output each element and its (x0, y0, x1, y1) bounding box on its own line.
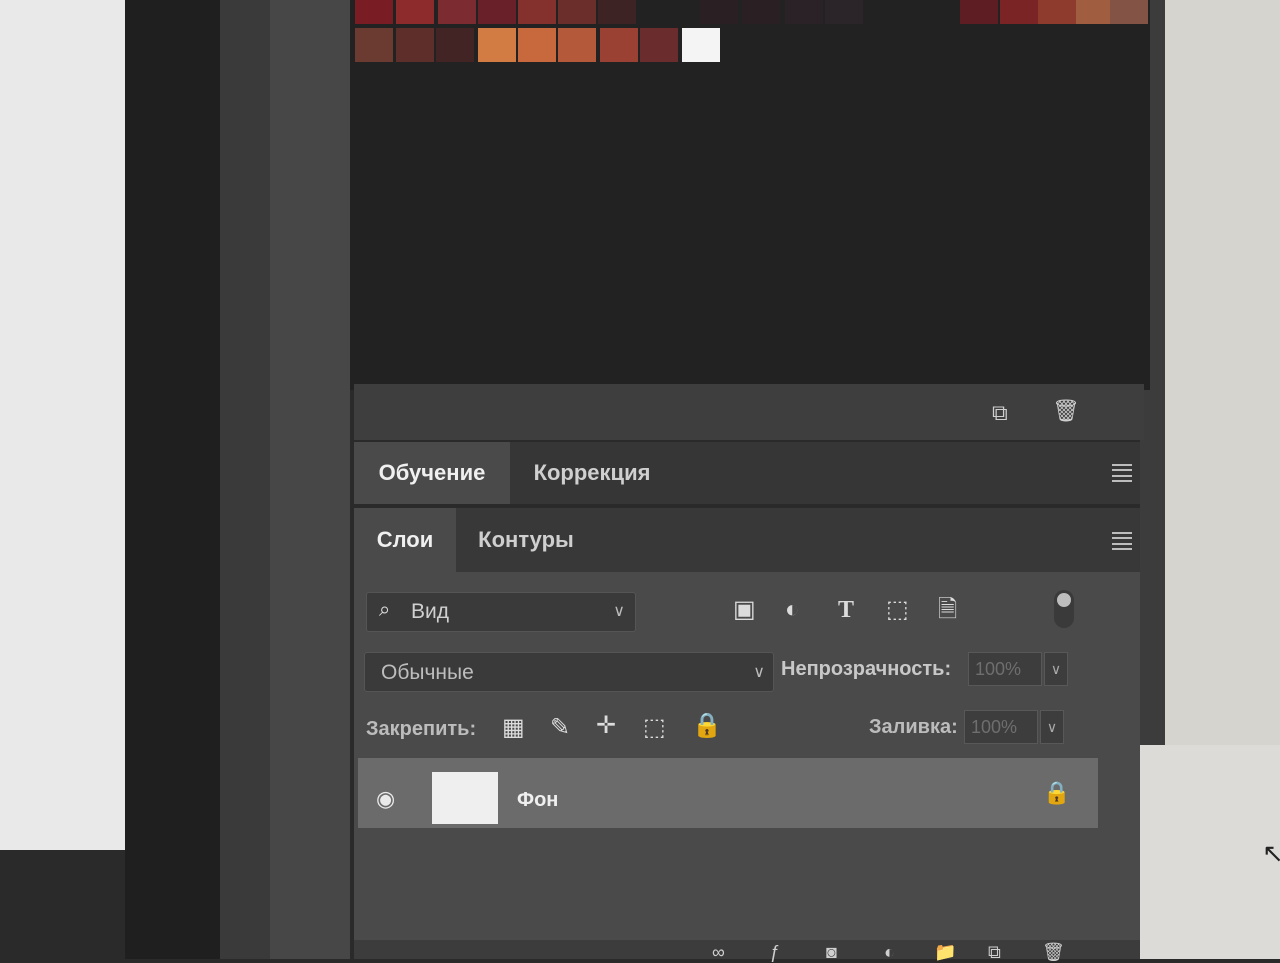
new-group-icon[interactable]: 📁 (934, 942, 956, 963)
panel-column (270, 0, 350, 959)
blend-mode-value: Обычные (381, 661, 474, 684)
filter-kind-label: Вид (411, 600, 449, 623)
swatch[interactable] (700, 0, 738, 24)
delete-layer-icon[interactable]: 🗑 (1042, 942, 1065, 963)
opacity-label: Непрозрачность: (781, 658, 952, 680)
swatch[interactable] (518, 0, 556, 24)
swatch[interactable] (598, 0, 636, 24)
new-swatch-icon[interactable]: ⧉ (992, 402, 1008, 424)
tab-paths[interactable]: Контуры (456, 508, 596, 572)
layer-style-icon[interactable]: ƒ (770, 942, 780, 963)
tab-learn[interactable]: Обучение (354, 442, 510, 504)
lock-label: Закрепить: (366, 718, 477, 740)
swatch[interactable] (1110, 0, 1148, 24)
tab-layers[interactable]: Слои (354, 508, 456, 572)
swatch[interactable] (518, 28, 556, 62)
filter-toggle-knob (1057, 593, 1071, 607)
chevron-down-icon: ∨ (613, 603, 625, 620)
blend-mode-select[interactable]: Обычные ∨ (364, 652, 774, 692)
fill-label: Заливка: (869, 716, 958, 738)
swatch[interactable] (396, 28, 434, 62)
layer-name[interactable]: Фон (517, 789, 558, 812)
layers-footer (354, 940, 1140, 959)
monitor-bezel (125, 0, 220, 959)
chevron-down-icon: ∨ (753, 664, 765, 681)
swatch[interactable] (960, 0, 998, 24)
lock-all-icon[interactable]: 🔒 (692, 714, 722, 738)
desktop-right-lower (1135, 745, 1280, 959)
mouse-cursor-icon: ↖ (1262, 838, 1280, 868)
search-icon: ⌕ (379, 599, 391, 621)
swatch[interactable] (825, 0, 863, 24)
shape-filter-icon[interactable]: ⬚ (886, 598, 909, 622)
panel-menu-icon[interactable] (1112, 532, 1132, 550)
link-layers-icon[interactable]: ∞ (712, 942, 725, 963)
swatch[interactable] (355, 0, 393, 24)
opacity-dropdown[interactable]: ∨ (1044, 652, 1068, 686)
new-adjustment-icon[interactable]: ◐ (884, 942, 895, 963)
swatch[interactable] (785, 0, 823, 24)
smart-object-filter-icon[interactable]: 🗎 (938, 598, 957, 622)
trash-icon[interactable]: 🗑 (1052, 400, 1080, 422)
swatch[interactable] (558, 0, 596, 24)
lock-pixels-icon[interactable]: ✎ (550, 716, 570, 740)
layer-filter-select[interactable]: ⌕ Вид ∨ (366, 592, 636, 632)
adjustment-filter-icon[interactable]: ◐ (785, 598, 800, 622)
panel-gutter (220, 0, 270, 959)
image-filter-icon[interactable]: ▣ (733, 598, 756, 622)
swatch[interactable] (600, 28, 638, 62)
tab-adjustments[interactable]: Коррекция (510, 442, 674, 504)
panel-menu-icon[interactable] (1112, 464, 1132, 482)
swatch[interactable] (742, 0, 780, 24)
lock-artboard-icon[interactable]: ⬚ (643, 716, 666, 740)
layer-thumbnail (432, 772, 498, 824)
swatch[interactable] (558, 28, 596, 62)
layer-lock-icon[interactable]: 🔒 (1043, 780, 1070, 806)
swatch[interactable] (1076, 0, 1114, 24)
add-mask-icon[interactable]: ◙ (826, 942, 837, 963)
swatch[interactable] (478, 28, 516, 62)
swatch[interactable] (478, 0, 516, 24)
type-filter-icon[interactable]: T (838, 598, 854, 622)
swatch[interactable] (436, 28, 474, 62)
eye-icon[interactable]: ◉ (376, 786, 395, 812)
fill-input[interactable]: 100% (964, 710, 1038, 744)
new-layer-icon[interactable]: ⧉ (988, 942, 1001, 963)
swatches-footer: ⧉ 🗑 (354, 384, 1144, 440)
swatch[interactable] (396, 0, 434, 24)
swatch[interactable] (355, 28, 393, 62)
opacity-input[interactable]: 100% (968, 652, 1042, 686)
swatch[interactable] (1038, 0, 1076, 24)
swatch[interactable] (1000, 0, 1038, 24)
learn-adjustments-tabbar: Обучение Коррекция (354, 442, 1140, 504)
filter-toggle[interactable] (1054, 590, 1074, 628)
desktop-background (0, 0, 125, 850)
swatch[interactable] (438, 0, 476, 24)
lock-position-icon[interactable]: ✛ (596, 714, 616, 738)
fill-dropdown[interactable]: ∨ (1040, 710, 1064, 744)
swatch[interactable] (682, 28, 720, 62)
swatch[interactable] (640, 28, 678, 62)
lock-transparency-icon[interactable]: ▦ (502, 716, 525, 740)
layers-paths-tabbar: Слои Контуры (354, 508, 1140, 572)
